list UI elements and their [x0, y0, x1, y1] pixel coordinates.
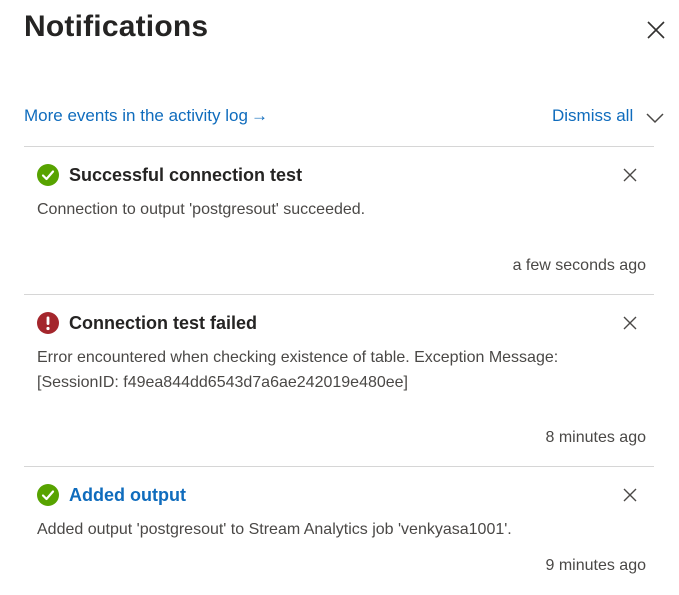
panel-title: Notifications [24, 10, 209, 43]
dismiss-notification-button[interactable] [622, 167, 638, 183]
notifications-toolbar: More events in the activity log → Dismiss… [24, 106, 664, 130]
notification-time: a few seconds ago [512, 257, 646, 274]
notification-title: Successful connection test [69, 164, 303, 185]
close-icon [623, 488, 637, 502]
notifications-panel: Notifications More events in the activit… [0, 0, 679, 595]
close-icon [623, 316, 637, 330]
notification-card: Successful connection test Connection to… [24, 146, 654, 294]
close-icon [647, 21, 665, 39]
arrow-right-icon: → [250, 106, 268, 125]
dismiss-notification-button[interactable] [622, 315, 638, 331]
notification-time: 8 minutes ago [545, 429, 646, 446]
notification-title: Connection test failed [69, 312, 258, 333]
notification-card: Added output Added output 'postgresout' … [24, 466, 654, 595]
notification-header: Successful connection test [37, 163, 302, 187]
activity-log-link-label: More events in the activity log [24, 106, 248, 125]
notification-header: Added output [37, 483, 186, 507]
chevron-down-icon [646, 113, 664, 124]
notification-time: 9 minutes ago [545, 557, 646, 574]
close-panel-button[interactable] [644, 18, 668, 42]
activity-log-link[interactable]: More events in the activity log → [24, 106, 268, 126]
error-circle-icon [37, 312, 59, 334]
notification-message: Error encountered when checking existenc… [37, 349, 559, 391]
notification-message: Connection to output 'postgresout' succe… [37, 201, 366, 218]
dismiss-all-button[interactable]: Dismiss all [552, 106, 633, 126]
dismiss-notification-button[interactable] [622, 487, 638, 503]
check-circle-icon [37, 484, 59, 506]
notification-header: Connection test failed [37, 311, 257, 335]
notification-card: Connection test failed Error encountered… [24, 294, 654, 466]
dismiss-options-button[interactable] [646, 110, 664, 124]
check-circle-icon [37, 164, 59, 186]
close-icon [623, 168, 637, 182]
notification-message: Added output 'postgresout' to Stream Ana… [37, 521, 512, 538]
notification-title-link[interactable]: Added output [69, 485, 186, 506]
